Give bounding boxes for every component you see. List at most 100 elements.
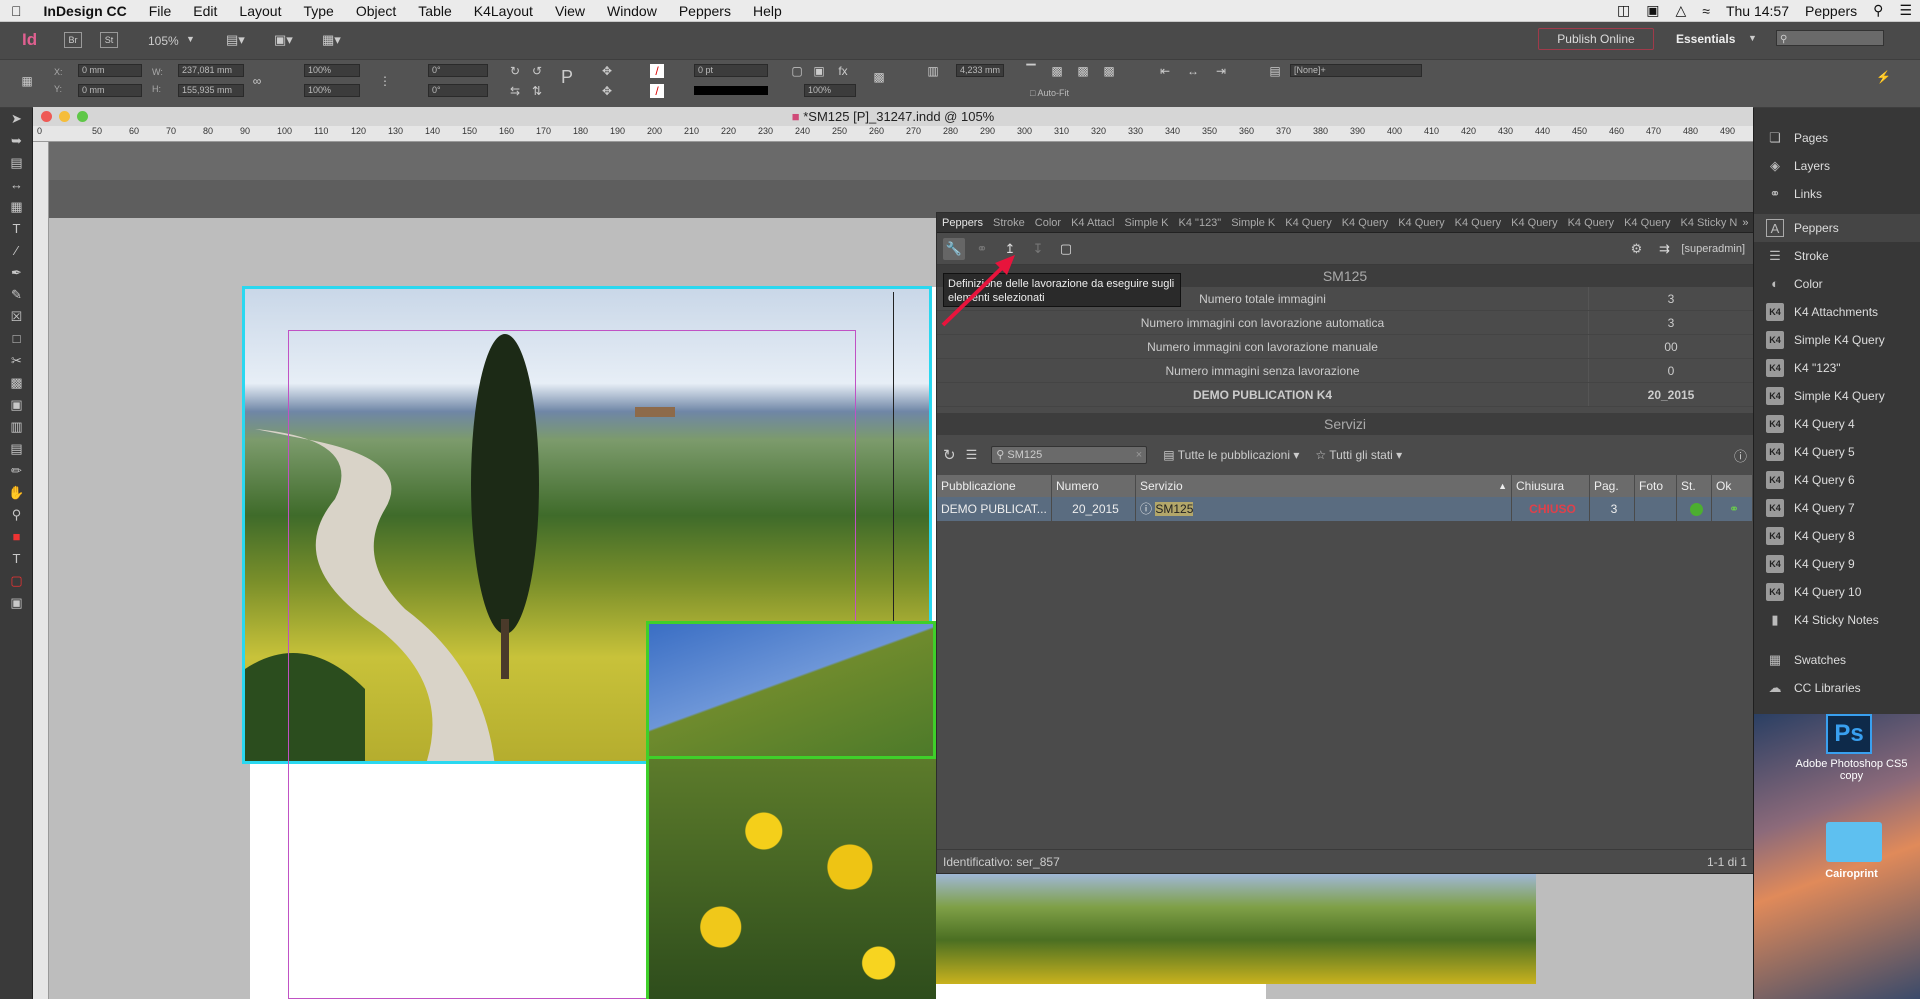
gap-tool-icon[interactable]: ▥ [926, 64, 940, 78]
tab-simple-k4-query[interactable]: Simple K [1120, 217, 1174, 229]
tab-k4-123[interactable]: K4 "123" [1174, 217, 1227, 229]
tab-color[interactable]: Color [1030, 217, 1066, 229]
selection-container-icon[interactable]: P [560, 68, 574, 86]
display-icon[interactable]: ▣ [1638, 2, 1667, 19]
formatting-affects-icon[interactable]: T [0, 548, 33, 570]
dock-k4-query-7[interactable]: K4 K4 Query 7 [1754, 494, 1920, 522]
text-wrap-icon[interactable]: ▢ [790, 64, 804, 78]
document-tab[interactable]: ■ *SM125 [P]_31247.indd @ 105% [33, 107, 1753, 126]
fill-frame-icon[interactable]: ▩ [1102, 64, 1116, 78]
tab-stroke[interactable]: Stroke [988, 217, 1030, 229]
menu-table[interactable]: Table [407, 3, 462, 19]
gap-field[interactable]: 4,233 mm [956, 64, 1004, 77]
bridge-icon[interactable]: Br [64, 32, 82, 48]
dock-k4-attachments[interactable]: K4 K4 Attachments [1754, 298, 1920, 326]
dock-swatches[interactable]: ▦ Swatches [1754, 646, 1920, 674]
effects-icon[interactable]: fx [836, 64, 850, 78]
mountain-image-frame[interactable] [646, 621, 936, 759]
tab-simple-k4-query-2[interactable]: Simple K [1226, 217, 1280, 229]
pencil-tool-icon[interactable]: ✎ [0, 284, 33, 306]
col-ok[interactable]: Ok [1712, 475, 1753, 497]
arrange-documents-icon[interactable]: ▦▾ [322, 32, 341, 48]
reference-point-icon[interactable]: ▦ [20, 74, 34, 88]
opacity-field[interactable]: 100% [804, 84, 856, 97]
dock-k4-query-5[interactable]: K4 K4 Query 5 [1754, 438, 1920, 466]
flowers-image[interactable] [646, 759, 936, 999]
clock[interactable]: Thu 14:57 [1718, 3, 1797, 19]
folder-icon[interactable]: ▢ [1055, 238, 1077, 260]
chevron-down-icon[interactable]: ▼ [186, 34, 195, 44]
hand-tool-icon[interactable]: ✋ [0, 482, 33, 504]
gap-tool-icon[interactable]: ↔ [0, 174, 33, 196]
align-left-icon[interactable]: ⇤ [1158, 64, 1172, 78]
folder-icon[interactable] [1826, 822, 1882, 862]
tab-k4-query-10[interactable]: K4 Query [1619, 217, 1675, 229]
col-chiusura[interactable]: Chiusura [1512, 475, 1590, 497]
close-window-icon[interactable] [41, 111, 52, 122]
col-servizio[interactable]: Servizio ▲ [1136, 475, 1512, 497]
fill-stroke-swatch-icon[interactable]: ■ [0, 526, 33, 548]
menu-window[interactable]: Window [596, 3, 668, 19]
dock-color[interactable]: ◐ Color [1754, 270, 1920, 298]
gear-icon[interactable]: ⚙ [1625, 238, 1647, 260]
rotation-field[interactable]: 0° [428, 64, 488, 77]
type-tool-icon[interactable]: T [0, 218, 33, 240]
stroke-weight-field[interactable]: 0 pt [694, 64, 768, 77]
scale-x-field[interactable]: 100% [304, 64, 360, 77]
apply-none-icon[interactable]: ▢ [0, 570, 33, 592]
apple-icon[interactable]:  [0, 3, 33, 19]
dock-stroke[interactable]: ☰ Stroke [1754, 242, 1920, 270]
stroke-type-select[interactable] [694, 86, 768, 95]
fit-frame-icon[interactable]: ▩ [1076, 64, 1090, 78]
dock-grip[interactable] [1754, 108, 1920, 124]
pen-tool-icon[interactable]: ✒ [0, 262, 33, 284]
drop-shadow-icon[interactable]: ▣ [812, 64, 826, 78]
screen-share-icon[interactable]: ◫ [1609, 2, 1638, 19]
dock-links[interactable]: ⚭ Links [1754, 180, 1920, 208]
minimize-window-icon[interactable] [59, 111, 70, 122]
help-search-input[interactable]: ⚲ [1776, 30, 1884, 46]
dock-k4-123[interactable]: K4 K4 "123" [1754, 354, 1920, 382]
scissors-tool-icon[interactable]: ✂ [0, 350, 33, 372]
select-container-icon[interactable]: ✥ [600, 64, 614, 78]
menu-edit[interactable]: Edit [182, 3, 228, 19]
menu-type[interactable]: Type [292, 3, 344, 19]
col-pag[interactable]: Pag. [1590, 475, 1635, 497]
dock-peppers[interactable]: A Peppers [1754, 214, 1920, 242]
fill-swatch-icon[interactable]: / [650, 64, 664, 78]
gradient-feather-tool-icon[interactable]: ▥ [0, 416, 33, 438]
user-name[interactable]: Peppers [1797, 3, 1865, 19]
horizontal-ruler[interactable]: 0 50 60 70 80 90 100 110 120 130 140 150 160 170 180 19… [33, 126, 1753, 142]
menu-k4layout[interactable]: K4Layout [463, 3, 544, 19]
free-transform-tool-icon[interactable]: ▩ [0, 372, 33, 394]
airplay-icon[interactable]: △ [1667, 2, 1694, 19]
photoshop-icon[interactable]: Ps [1826, 714, 1872, 754]
menu-peppers[interactable]: Peppers [668, 3, 742, 19]
zoom-level[interactable]: 105% [148, 34, 179, 48]
tab-k4-attachments[interactable]: K4 Attacl [1066, 217, 1119, 229]
dock-k4-query-4[interactable]: K4 K4 Query 4 [1754, 410, 1920, 438]
dock-pages[interactable]: ❏ Pages [1754, 124, 1920, 152]
state-filter-dropdown[interactable]: ☆ Tutti gli stati ▾ [1315, 448, 1402, 462]
note-tool-icon[interactable]: ▤ [0, 438, 33, 460]
menu-object[interactable]: Object [345, 3, 407, 19]
rotate-cw-icon[interactable]: ↻ [508, 64, 522, 78]
shear-field[interactable]: 0° [428, 84, 488, 97]
search-input[interactable]: ⚲ SM125 × [991, 446, 1148, 464]
tab-peppers[interactable]: Peppers [937, 217, 988, 229]
flip-horizontal-icon[interactable]: ⇆ [508, 84, 522, 98]
gradient-tool-icon[interactable]: ▣ [0, 394, 33, 416]
col-st[interactable]: St. [1677, 475, 1712, 497]
rectangle-frame-tool-icon[interactable]: ☒ [0, 306, 33, 328]
tab-k4-query-7[interactable]: K4 Query [1450, 217, 1506, 229]
table-row[interactable]: DEMO PUBLICAT... 20_2015 ⓘ SM125 CHIUSO … [937, 497, 1753, 521]
menu-help[interactable]: Help [742, 3, 793, 19]
app-menu[interactable]: InDesign CC [33, 3, 138, 19]
align-center-icon[interactable]: ↔ [1186, 64, 1200, 78]
dock-simple-k4-query-2[interactable]: K4 Simple K4 Query [1754, 382, 1920, 410]
object-style-icon[interactable]: ▤ [1268, 64, 1282, 78]
lightning-icon[interactable]: ⚡ [1876, 70, 1891, 84]
download-icon[interactable]: ↧ [1027, 238, 1049, 260]
ok-link-icon[interactable]: ⚭ [1712, 497, 1753, 521]
page-tool-icon[interactable]: ▤ [0, 152, 33, 174]
